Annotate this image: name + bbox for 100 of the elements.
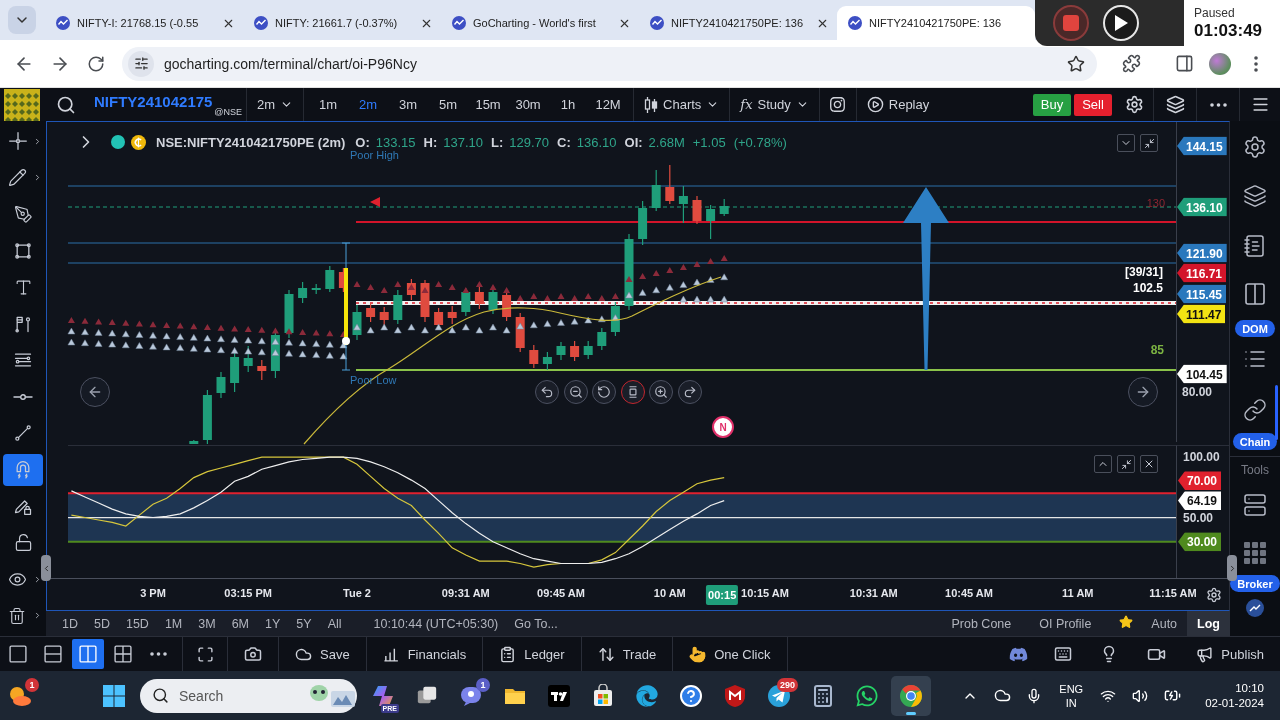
weather-widget[interactable]: 1	[0, 675, 40, 716]
tab-list-button[interactable]	[8, 6, 36, 34]
interval-button[interactable]: 1h	[548, 88, 589, 121]
collapse-pane-button[interactable]	[1117, 134, 1135, 152]
language-indicator[interactable]: ENG IN	[1053, 681, 1090, 710]
interval-dropdown[interactable]: 2m	[247, 88, 304, 121]
stop-icon	[1063, 15, 1079, 31]
region-label: IN	[1065, 695, 1077, 710]
settings-icon	[1206, 587, 1222, 603]
range-button[interactable]: 1D	[54, 611, 86, 636]
expand-handle[interactable]	[1227, 555, 1237, 581]
side-panel-icon	[1174, 54, 1194, 73]
more-icon	[149, 652, 167, 656]
symbol-selector[interactable]: NIFTY241042175 @NSE	[94, 88, 246, 121]
close-icon	[1143, 458, 1155, 470]
range-tool-button[interactable]: Prob Cone	[943, 611, 1020, 636]
browser-tab[interactable]: NIFTY2410421750PE: 136	[639, 6, 837, 40]
range-button[interactable]: 15D	[117, 611, 157, 636]
grid-icon	[1244, 542, 1266, 564]
range-button[interactable]: 6M	[223, 611, 258, 636]
range-button[interactable]: 1Y	[257, 611, 289, 636]
sliders-icon	[133, 56, 149, 71]
taskbar-app-button[interactable]: 290	[759, 675, 799, 716]
trash-icon	[8, 606, 26, 625]
taskbar-app-button[interactable]: 1	[451, 675, 491, 716]
right-arrow-icon	[1135, 384, 1151, 400]
interval-button[interactable]: 1m	[308, 88, 349, 121]
interval-button[interactable]: 15m	[468, 88, 509, 121]
sell-button[interactable]: Sell	[1074, 93, 1112, 116]
site-favicon-icon	[848, 16, 862, 30]
chain-label-button[interactable]: Chain	[1232, 433, 1278, 450]
scroll-left-button[interactable]	[80, 377, 110, 407]
layout-button[interactable]	[72, 639, 104, 669]
time-axis-label: 09:45 AM	[537, 587, 585, 599]
range-button[interactable]: 5D	[86, 611, 118, 636]
scroll-right-button[interactable]	[1128, 377, 1158, 407]
speaker-icon	[1132, 687, 1149, 704]
stop-recording-button[interactable]	[1053, 5, 1089, 41]
browser-tab[interactable]: NIFTY: 21661.7 (-0.37%)	[243, 6, 441, 40]
axis-settings-button[interactable]	[1205, 586, 1223, 604]
range-button[interactable]: 5Y	[288, 611, 320, 636]
broker-button[interactable]: Broker	[1230, 575, 1280, 592]
interval-button[interactable]: 30m	[508, 88, 549, 121]
chevron-right-icon	[33, 611, 42, 620]
browser-icon	[636, 684, 658, 707]
interval-button[interactable]: 5m	[428, 88, 469, 121]
browser-tab[interactable]: NIFTY-I: 21768.15 (-0.55	[45, 6, 243, 40]
scale-toggle[interactable]: Log	[1187, 611, 1230, 636]
interval-button[interactable]: 2m	[348, 88, 389, 121]
play-button[interactable]	[1103, 5, 1139, 41]
price-tag: 116.71	[1177, 263, 1227, 283]
toolbar-action-button[interactable]: Ledger	[483, 637, 581, 671]
scale-toggle[interactable]: Auto	[1141, 611, 1188, 636]
range-button[interactable]: 1M	[156, 611, 191, 636]
publish-button[interactable]: Publish	[1180, 637, 1280, 671]
site-info-button[interactable]	[128, 50, 154, 77]
ohlc-value: 136.10	[576, 134, 617, 150]
drawing-tool-button[interactable]	[3, 453, 43, 486]
pencil-icon	[8, 168, 27, 187]
time-axis-label: 10:15 AM	[741, 587, 789, 599]
close-pane-button[interactable]	[1140, 455, 1158, 473]
browser-tab[interactable]: GoCharting - World's first	[441, 6, 639, 40]
study-menu-button[interactable]: fx Study	[730, 88, 819, 121]
price-tag: 115.45	[1177, 284, 1227, 304]
range-button[interactable]: 3M	[190, 611, 224, 636]
move-pane-up-button[interactable]	[1094, 455, 1112, 473]
interval-button[interactable]: 12M	[588, 88, 629, 121]
price-scale-label: 80.00	[1182, 385, 1213, 399]
keyboard-icon	[1054, 645, 1073, 663]
chart-type-menu-button[interactable]: Charts	[634, 88, 730, 121]
replay-button[interactable]: Replay	[856, 88, 940, 121]
toolbar-action-button[interactable]: Save	[279, 637, 366, 671]
go-to-button[interactable]: Go To...	[506, 611, 566, 636]
toolbar-action-button[interactable]: Trade	[581, 637, 673, 671]
status-dot-icon	[111, 135, 125, 149]
store-bag-icon	[591, 683, 615, 708]
interval-button[interactable]: 3m	[388, 88, 429, 121]
scrollbar-thumb[interactable]	[1275, 385, 1278, 440]
toolbar-action-button[interactable]: Financials	[366, 637, 483, 671]
url-field[interactable]: gocharting.com/terminal/chart/oi-P96Ncy	[122, 46, 1097, 81]
minimize-pane-button[interactable]	[1117, 455, 1135, 473]
server-icon	[1243, 493, 1267, 517]
minimize-pane-button[interactable]	[1140, 134, 1158, 152]
two-row-layout-icon	[43, 644, 63, 664]
toolbar-action-button[interactable]: One Click	[673, 637, 787, 671]
rectangle-icon	[13, 240, 33, 261]
browser-tab[interactable]: NIFTY2410421750PE: 136	[837, 6, 1035, 40]
minimize-icon	[1143, 137, 1155, 149]
collapse-handle[interactable]	[41, 555, 51, 581]
taskbar-search-field[interactable]: Search	[140, 678, 357, 713]
range-button[interactable]: All	[319, 611, 350, 636]
cloud-icon	[993, 687, 1011, 704]
chart-annotation: 130	[1146, 197, 1165, 209]
taskbar-app-button[interactable]	[891, 675, 931, 716]
dom-button[interactable]: DOM	[1235, 320, 1275, 337]
time-axis-label: 10:31 AM	[849, 587, 898, 599]
trend-line-icon	[13, 423, 33, 443]
pen-icon	[13, 204, 33, 224]
taskbar-clock[interactable]: 10:10 02-01-2024	[1205, 680, 1264, 711]
range-tool-button[interactable]: OI Profile	[1031, 611, 1100, 636]
